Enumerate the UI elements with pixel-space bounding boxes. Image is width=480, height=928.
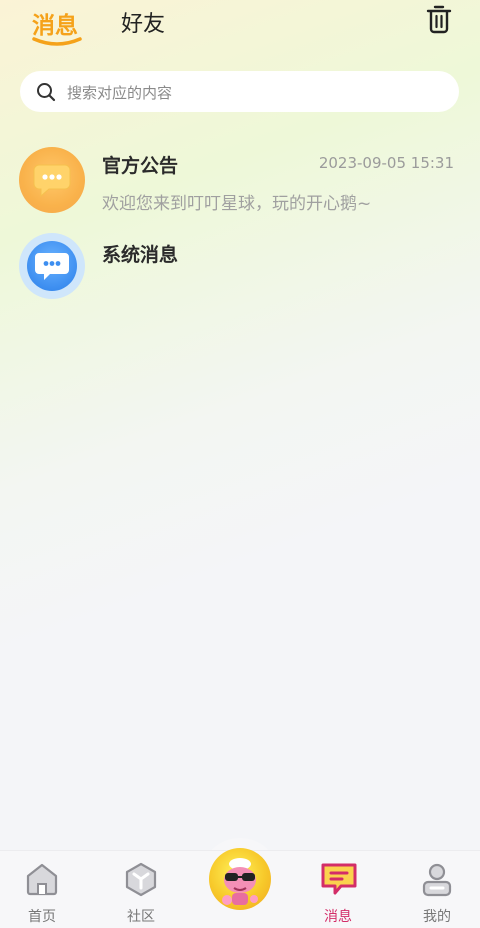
profile-icon [422,863,452,897]
nav-label: 社区 [127,909,155,925]
message-title: 系统消息 [102,244,179,266]
tab-active-indicator [32,37,82,46]
nav-label: 首页 [28,909,56,925]
center-mascot-button[interactable] [209,848,271,910]
avatar [19,147,85,213]
list-item-system-message[interactable]: 系统消息 [0,233,480,313]
tab-friends[interactable]: 好友 [121,6,165,38]
nav-item-profile[interactable]: 我的 [402,851,472,928]
avatar [19,233,85,299]
nav-item-community[interactable]: 社区 [106,851,176,928]
message-time: 2023-09-05 15:31 [318,154,454,172]
message-icon [321,863,357,895]
list-item-official-announcement[interactable]: 官方公告 2023-09-05 15:31 欢迎您来到叮叮星球，玩的开心鹅~ [0,146,480,226]
chat-bubble-icon [33,164,71,198]
message-title: 官方公告 [102,155,179,177]
search-bar[interactable]: 搜索对应的内容 [20,71,459,112]
top-bar: 消息 好友 [0,0,480,60]
community-icon [125,862,157,897]
mascot-icon [222,858,258,905]
search-input[interactable]: 搜索对应的内容 [67,82,172,103]
message-preview: 欢迎您来到叮叮星球，玩的开心鹅~ [102,194,372,214]
chat-bubble-icon [35,253,69,280]
nav-label: 我的 [423,909,451,925]
nav-item-home[interactable]: 首页 [7,851,77,928]
search-icon [37,83,56,102]
nav-label: 消息 [324,909,352,925]
nav-item-messages[interactable]: 消息 [303,851,373,928]
home-icon [26,863,58,896]
trash-icon[interactable] [426,4,452,34]
